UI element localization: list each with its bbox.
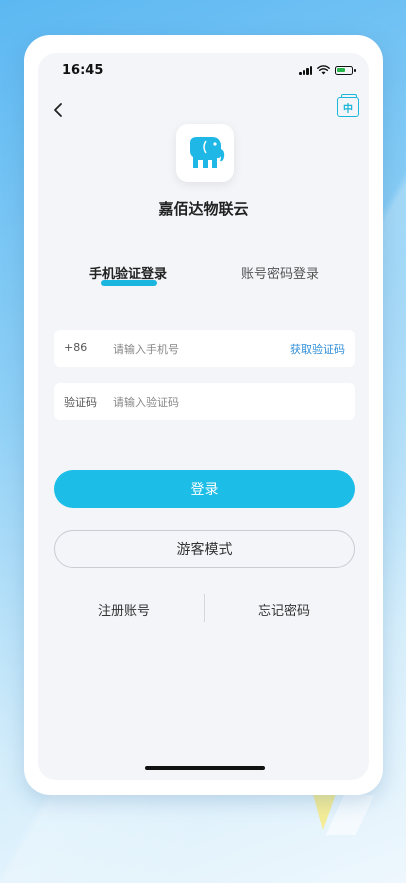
status-time: 16:45 bbox=[62, 63, 104, 78]
status-icons bbox=[299, 65, 356, 75]
code-label: 验证码 bbox=[64, 396, 97, 409]
app-name: 嘉佰达物联云 bbox=[158, 200, 249, 218]
login-screen: 16:45 中 嘉佰达物联云 手机验证登录 账号密码登录 +86 请输入手机号 … bbox=[38, 53, 369, 780]
back-chevron-icon[interactable] bbox=[46, 97, 72, 123]
get-code-button[interactable]: 获取验证码 bbox=[290, 341, 345, 357]
wifi-icon bbox=[317, 65, 330, 75]
app-logo bbox=[176, 124, 234, 182]
language-switch-icon[interactable]: 中 bbox=[337, 94, 359, 117]
phone-field[interactable]: +86 请输入手机号 获取验证码 bbox=[54, 330, 355, 367]
battery-icon bbox=[335, 65, 356, 75]
status-bar: 16:45 bbox=[38, 53, 369, 89]
code-field[interactable]: 验证码 请输入验证码 bbox=[54, 383, 355, 420]
phone-input[interactable]: 请输入手机号 bbox=[113, 341, 179, 357]
code-input[interactable]: 请输入验证码 bbox=[113, 394, 179, 410]
signal-icon bbox=[299, 65, 312, 75]
elephant-icon bbox=[190, 137, 225, 168]
register-link[interactable]: 注册账号 bbox=[64, 600, 184, 619]
tab-account-login[interactable]: 账号密码登录 bbox=[220, 263, 340, 282]
guest-mode-button[interactable]: 游客模式 bbox=[54, 530, 355, 568]
country-code[interactable]: +86 bbox=[64, 341, 87, 354]
links-divider bbox=[204, 594, 205, 622]
active-tab-indicator bbox=[101, 280, 157, 286]
home-indicator bbox=[145, 766, 265, 770]
login-button[interactable]: 登录 bbox=[54, 470, 355, 508]
forgot-password-link[interactable]: 忘记密码 bbox=[224, 600, 344, 619]
phone-frame: 16:45 中 嘉佰达物联云 手机验证登录 账号密码登录 +86 请输入手机号 … bbox=[24, 35, 383, 795]
